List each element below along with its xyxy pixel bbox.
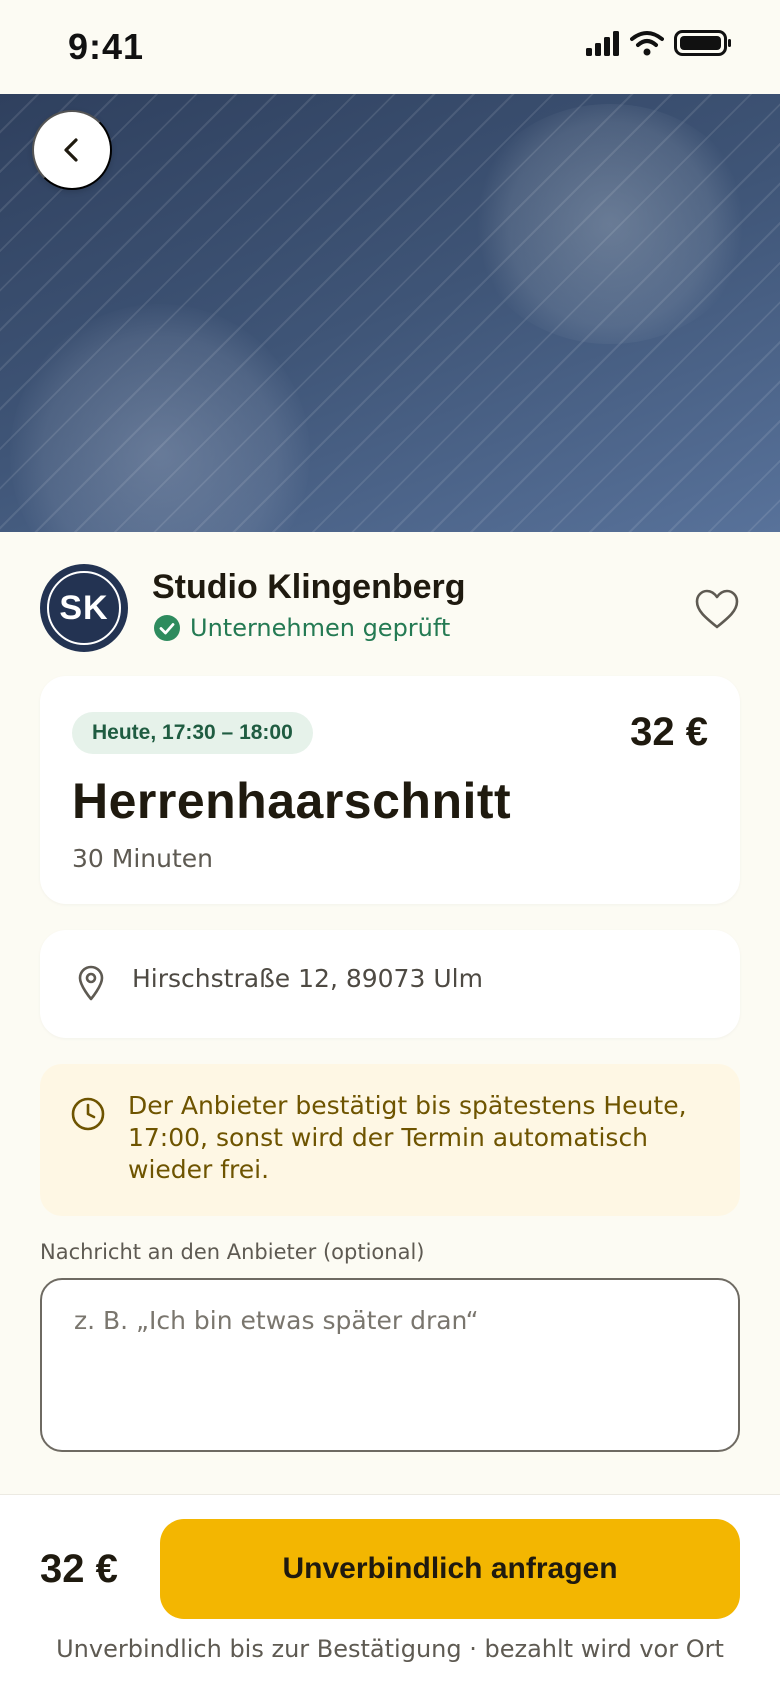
address-text: Hirschstraße 12, 89073 Ulm (132, 964, 483, 993)
request-button[interactable]: Unverbindlich anfragen (160, 1519, 740, 1619)
back-arrow-icon (64, 138, 78, 162)
payment-note: Unverbindlich bis zur Bestätigung · beza… (56, 1635, 724, 1663)
service-title: Herrenhaarschnitt (72, 773, 512, 829)
back-button[interactable] (32, 110, 112, 190)
service-duration: 30 Minuten (72, 844, 213, 873)
verified-label: Unternehmen geprüft (190, 614, 451, 642)
hero-pattern (0, 94, 780, 532)
service-card: Heute, 17:30 – 18:00 32 € Herrenhaarschn… (40, 676, 740, 904)
heart-icon[interactable] (694, 588, 740, 630)
hero-image (0, 94, 780, 532)
notice-text: Der Anbieter bestätigt bis spätestens He… (128, 1091, 687, 1184)
wifi-icon (630, 31, 664, 56)
confirmation-notice: Der Anbieter bestätigt bis spätestens He… (40, 1064, 740, 1216)
message-label: Nachricht an den Anbieter (optional) (40, 1240, 425, 1264)
bottom-action-bar: 32 € Unverbindlich anfragen Unverbindlic… (0, 1494, 780, 1688)
signal-icon (586, 31, 619, 56)
total-price: 32 € (40, 1547, 118, 1591)
provider-header: SK Studio Klingenberg Unternehmen geprüf… (40, 564, 740, 654)
message-input[interactable] (40, 1278, 740, 1452)
status-bar: 9:41 (0, 0, 780, 94)
avatar-initials: SK (59, 588, 109, 627)
service-price: 32 € (630, 710, 708, 754)
avatar: SK (40, 564, 128, 652)
verified-badge: Unternehmen geprüft (154, 614, 450, 642)
location-pin-icon (78, 965, 104, 1001)
status-time: 9:41 (68, 26, 145, 67)
clock-icon (71, 1097, 105, 1131)
time-badge: Heute, 17:30 – 18:00 (72, 712, 313, 754)
check-circle-icon (154, 615, 180, 641)
provider-name: Studio Klingenberg (152, 568, 466, 606)
battery-icon (674, 30, 731, 56)
address-card[interactable]: Hirschstraße 12, 89073 Ulm (40, 930, 740, 1038)
status-icons (586, 30, 732, 56)
